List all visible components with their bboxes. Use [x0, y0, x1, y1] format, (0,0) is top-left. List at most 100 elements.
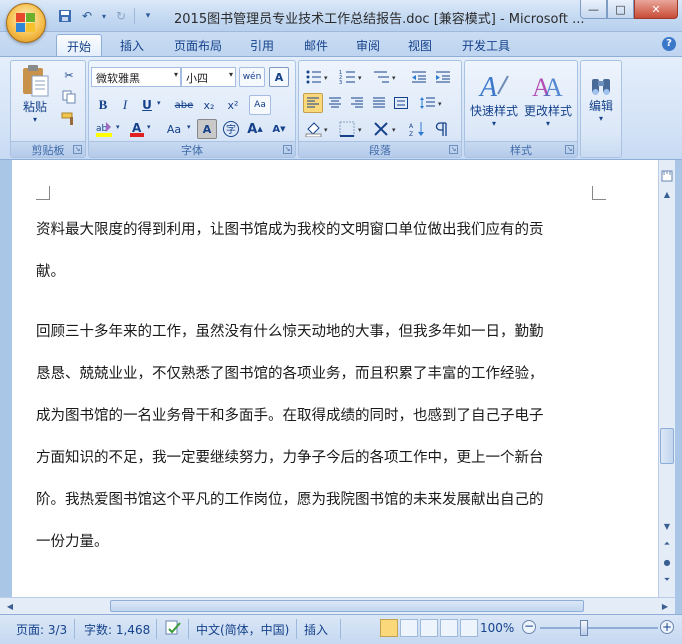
horizontal-scrollbar[interactable]: ◀ ▶: [0, 597, 675, 614]
page-count[interactable]: 页面: 3/3: [16, 621, 67, 638]
quick-styles-dropdown-icon: ▾: [491, 119, 496, 128]
previous-page-icon[interactable]: ⏶: [659, 536, 675, 552]
help-icon[interactable]: ?: [662, 37, 676, 51]
tab-home[interactable]: 开始: [56, 34, 103, 56]
subscript-button[interactable]: x₂: [199, 95, 219, 115]
font-size-combo[interactable]: 小四 ▾: [181, 67, 236, 87]
web-layout-icon[interactable]: [420, 619, 438, 637]
grow-font-button[interactable]: A ▲: [245, 119, 265, 139]
editing-button[interactable]: 编辑 ▾: [583, 63, 619, 135]
zoom-in-icon[interactable]: +: [660, 620, 674, 634]
underline-dropdown-icon[interactable]: ▾: [157, 99, 161, 107]
borders-button[interactable]: ▾: [337, 119, 367, 139]
change-case-button[interactable]: Aa: [161, 119, 187, 139]
highlight-button[interactable]: ab: [93, 119, 115, 139]
align-right-button[interactable]: [347, 93, 367, 113]
superscript-button[interactable]: x²: [223, 95, 243, 115]
zoom-slider-thumb[interactable]: [580, 620, 588, 636]
line-spacing-button[interactable]: ▾: [417, 93, 447, 113]
horizontal-scroll-thumb[interactable]: [110, 600, 584, 612]
cut-icon[interactable]: ✂: [59, 65, 79, 85]
zoom-out-icon[interactable]: −: [522, 620, 536, 634]
align-left-button[interactable]: [303, 93, 323, 113]
svg-text:▾: ▾: [392, 126, 396, 134]
underline-button[interactable]: U: [137, 95, 157, 115]
full-screen-reading-icon[interactable]: [400, 619, 418, 637]
customize-qat-icon[interactable]: ▾: [139, 7, 157, 25]
phonetic-guide-button[interactable]: wén: [239, 67, 265, 87]
tab-view[interactable]: 视图: [398, 34, 442, 56]
change-case-label: Aa: [166, 122, 182, 136]
decrease-indent-button[interactable]: [409, 67, 429, 87]
zoom-level[interactable]: 100%: [480, 621, 514, 635]
format-painter-icon[interactable]: [59, 109, 79, 129]
undo-dropdown-icon[interactable]: ▾: [100, 7, 108, 25]
enclose-characters-button[interactable]: 字: [221, 119, 241, 139]
save-icon[interactable]: [56, 7, 74, 25]
font-size-value: 小四: [186, 72, 208, 85]
word-count[interactable]: 字数: 1,468: [84, 621, 150, 638]
shrink-font-button[interactable]: A ▼: [269, 119, 289, 139]
scroll-left-icon[interactable]: ◀: [2, 598, 18, 614]
vertical-scroll-thumb[interactable]: [660, 428, 674, 464]
ruler-toggle-icon[interactable]: [659, 168, 675, 184]
change-styles-button[interactable]: AA 更改样式 ▾: [521, 63, 575, 135]
tab-page-layout[interactable]: 页面布局: [164, 34, 232, 56]
close-button[interactable]: ✕: [634, 0, 678, 19]
tab-mailings[interactable]: 邮件: [294, 34, 338, 56]
minimize-button[interactable]: —: [580, 0, 607, 19]
numbering-button[interactable]: 1 2 3 ▾: [337, 67, 367, 87]
show-marks-button[interactable]: [431, 119, 451, 139]
font-launcher-icon[interactable]: ↘: [283, 145, 292, 154]
proofing-icon[interactable]: [164, 619, 182, 640]
justify-button[interactable]: [369, 93, 389, 113]
paste-button[interactable]: 粘贴 ▾: [15, 63, 55, 125]
font-color-dropdown-icon[interactable]: ▾: [147, 123, 151, 131]
bullets-button[interactable]: ▾: [303, 67, 333, 87]
scroll-down-icon[interactable]: ▼: [659, 518, 675, 534]
italic-button[interactable]: I: [115, 95, 135, 115]
redo-icon[interactable]: ↻: [112, 7, 130, 25]
outline-view-icon[interactable]: [440, 619, 458, 637]
maximize-button[interactable]: □: [607, 0, 634, 19]
undo-icon[interactable]: ↶: [78, 7, 96, 25]
scroll-up-icon[interactable]: ▲: [659, 186, 675, 202]
chinese-layout-button[interactable]: ▾: [371, 119, 401, 139]
increase-indent-button[interactable]: [433, 67, 453, 87]
paragraph-launcher-icon[interactable]: ↘: [449, 145, 458, 154]
office-button[interactable]: [6, 3, 46, 43]
document-area[interactable]: 资料最大限度的得到利用，让图书馆成为我校的文明窗口单位做出我们应有的贡 献。 回…: [0, 160, 658, 597]
shading-button[interactable]: ▾: [303, 119, 333, 139]
vertical-scrollbar[interactable]: ▲ ▼ ⏶ ● ⏷: [658, 160, 675, 597]
styles-launcher-icon[interactable]: ↘: [565, 145, 574, 154]
insert-mode[interactable]: 插入: [304, 621, 328, 638]
font-name-combo[interactable]: 微软雅黑 ▾: [91, 67, 181, 87]
character-shading-button[interactable]: A: [197, 119, 217, 139]
quick-styles-button[interactable]: A 快速样式 ▾: [467, 63, 521, 135]
font-color-button[interactable]: A: [127, 119, 147, 139]
sort-button[interactable]: AZ: [407, 119, 427, 139]
highlight-dropdown-icon[interactable]: ▾: [116, 123, 120, 131]
bold-button[interactable]: B: [93, 95, 113, 115]
draft-view-icon[interactable]: [460, 619, 478, 637]
change-case-dropdown-icon[interactable]: ▾: [187, 123, 191, 131]
copy-icon[interactable]: [59, 87, 79, 107]
strikethrough-button[interactable]: abe: [171, 95, 197, 115]
scroll-right-icon[interactable]: ▶: [657, 598, 673, 614]
styles-group-label: 样式: [465, 141, 577, 157]
zoom-slider[interactable]: [540, 627, 658, 629]
clipboard-launcher-icon[interactable]: ↘: [73, 145, 82, 154]
tab-references[interactable]: 引用: [240, 34, 284, 56]
next-page-icon[interactable]: ⏷: [659, 572, 675, 588]
multilevel-list-button[interactable]: ▾: [371, 67, 401, 87]
tab-developer[interactable]: 开发工具: [452, 34, 520, 56]
character-border-button[interactable]: A: [269, 67, 289, 87]
clear-formatting-button[interactable]: Aa: [249, 95, 271, 115]
distributed-button[interactable]: [391, 93, 411, 113]
language-indicator[interactable]: 中文(简体，中国): [196, 621, 289, 638]
tab-review[interactable]: 审阅: [346, 34, 390, 56]
tab-insert[interactable]: 插入: [110, 34, 154, 56]
print-layout-view-icon[interactable]: [380, 619, 398, 637]
select-browse-object-icon[interactable]: ●: [659, 554, 675, 570]
align-center-button[interactable]: [325, 93, 345, 113]
